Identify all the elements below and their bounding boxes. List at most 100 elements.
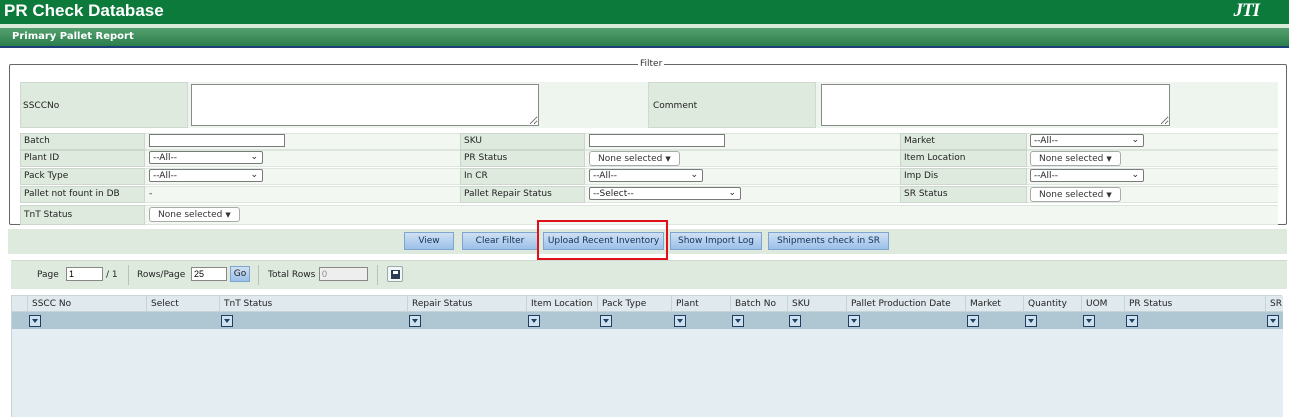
pager-bar: Page / 1 Rows/Page Go Total Rows	[11, 260, 1287, 289]
view-button[interactable]: View	[404, 232, 454, 250]
column-filter-icon[interactable]	[29, 315, 41, 327]
column-filter-icon[interactable]	[528, 315, 540, 327]
page-label: Page	[37, 270, 59, 280]
col-uom[interactable]: UOM	[1081, 296, 1125, 312]
column-filter-icon[interactable]	[1126, 315, 1138, 327]
caret-down-icon: ▼	[225, 211, 231, 219]
dropdown-chevron-icon: ⌄	[250, 152, 258, 162]
pallet-repair-status-label: Pallet Repair Status	[460, 186, 585, 203]
market-select-value: --All--	[1034, 136, 1058, 146]
col-pr-status[interactable]: PR Status	[1124, 296, 1267, 312]
total-rows-label: Total Rows	[268, 270, 316, 280]
column-filter-icon[interactable]	[848, 315, 860, 327]
column-filter-icon[interactable]	[600, 315, 612, 327]
pager-divider	[377, 265, 378, 285]
column-filter-icon[interactable]	[1025, 315, 1037, 327]
sscc-input[interactable]	[191, 84, 539, 126]
pallet-not-found-value: -	[145, 186, 460, 203]
column-filter-icon[interactable]	[409, 315, 421, 327]
in-cr-select-value: --All--	[593, 171, 617, 181]
sscc-label: SSCCNo	[20, 82, 188, 128]
page-title-underline	[0, 46, 1289, 48]
app-header: PR Check Database JTI	[0, 0, 1289, 24]
caret-down-icon: ▼	[1106, 191, 1112, 199]
column-filter-icon[interactable]	[1083, 315, 1095, 327]
filter-row-plant: Plant ID --All-- ⌄ PR Status None select…	[20, 150, 1278, 167]
batch-input[interactable]	[149, 134, 285, 147]
comment-label: Comment	[648, 82, 816, 128]
sr-status-label: SR Status	[900, 186, 1027, 203]
highlight-annotation	[537, 220, 668, 260]
filter-row-pack: Pack Type --All-- ⌄ In CR --All-- ⌄ Imp …	[20, 168, 1278, 185]
filter-row-batch: Batch SKU Market --All-- ⌄	[20, 133, 1278, 150]
page-title: Primary Pallet Report	[0, 28, 1289, 46]
column-filter-icon[interactable]	[674, 315, 686, 327]
column-filter-icon[interactable]	[221, 315, 233, 327]
pack-type-select[interactable]: --All-- ⌄	[149, 169, 263, 182]
page-input[interactable]	[66, 267, 103, 281]
rows-per-page-input[interactable]	[191, 267, 227, 281]
dropdown-chevron-icon: ⌄	[728, 188, 736, 198]
dropdown-chevron-icon: ⌄	[690, 170, 698, 180]
batch-label: Batch	[20, 133, 145, 150]
col-batch-no[interactable]: Batch No	[730, 296, 788, 312]
shipments-check-in-sr-button[interactable]: Shipments check in SR	[768, 232, 889, 250]
col-plant[interactable]: Plant	[671, 296, 731, 312]
go-button[interactable]: Go	[230, 266, 250, 282]
grid-body	[12, 329, 1283, 417]
plant-id-select[interactable]: --All-- ⌄	[149, 151, 263, 164]
col-select[interactable]: Select	[146, 296, 220, 312]
caret-down-icon: ▼	[1106, 155, 1112, 163]
sku-input[interactable]	[589, 134, 725, 147]
imp-dis-select[interactable]: --All-- ⌄	[1030, 169, 1144, 182]
imp-dis-select-value: --All--	[1034, 171, 1058, 181]
plant-id-label: Plant ID	[20, 150, 145, 167]
col-market[interactable]: Market	[965, 296, 1025, 312]
filter-row-pallet: Pallet not fount in DB - Pallet Repair S…	[20, 186, 1278, 203]
item-location-multiselect[interactable]: None selected ▼	[1030, 151, 1121, 166]
pallet-not-found-label: Pallet not fount in DB	[20, 186, 145, 203]
col-sr[interactable]: SR	[1265, 296, 1283, 312]
page-total: / 1	[106, 270, 118, 280]
dropdown-chevron-icon: ⌄	[250, 170, 258, 180]
col-sscc-no[interactable]: SSCC No	[27, 296, 147, 312]
column-filter-icon[interactable]	[789, 315, 801, 327]
market-label: Market	[900, 133, 1027, 150]
save-icon[interactable]	[387, 266, 403, 282]
col-sku[interactable]: SKU	[787, 296, 847, 312]
sku-label: SKU	[460, 133, 585, 150]
column-filter-icon[interactable]	[967, 315, 979, 327]
filter-panel: Filter SSCCNo Comment Batch SKU Market -…	[9, 59, 1287, 225]
tnt-status-value: None selected	[158, 210, 223, 220]
col-item-location[interactable]: Item Location	[526, 296, 599, 312]
col-quantity[interactable]: Quantity	[1023, 296, 1083, 312]
column-filter-icon[interactable]	[732, 315, 744, 327]
pager-divider	[258, 265, 259, 285]
show-import-log-button[interactable]: Show Import Log	[670, 232, 762, 250]
comment-input[interactable]	[821, 84, 1170, 126]
total-rows-input	[319, 267, 368, 281]
jti-logo: JTI	[1233, 0, 1260, 21]
item-location-label: Item Location	[900, 150, 1027, 167]
pager-divider	[128, 265, 129, 285]
col-tnt-status[interactable]: TnT Status	[219, 296, 409, 312]
pallet-repair-status-select[interactable]: --Select-- ⌄	[589, 187, 741, 200]
pr-status-multiselect[interactable]: None selected ▼	[589, 151, 680, 166]
in-cr-label: In CR	[460, 168, 585, 185]
rows-per-page-label: Rows/Page	[137, 270, 186, 280]
market-select[interactable]: --All-- ⌄	[1030, 134, 1144, 147]
clear-filter-button[interactable]: Clear Filter	[462, 232, 538, 250]
col-repair-status[interactable]: Repair Status	[407, 296, 527, 312]
tnt-status-multiselect[interactable]: None selected ▼	[149, 207, 240, 222]
column-filter-icon[interactable]	[1267, 315, 1279, 327]
in-cr-select[interactable]: --All-- ⌄	[589, 169, 703, 182]
app-title: PR Check Database	[4, 1, 164, 20]
sr-status-multiselect[interactable]: None selected ▼	[1030, 187, 1121, 202]
pack-type-label: Pack Type	[20, 168, 145, 185]
col-pallet-production-date[interactable]: Pallet Production Date	[846, 296, 967, 312]
filter-legend: Filter	[640, 59, 663, 69]
data-grid: SSCC No Select TnT Status Repair Status …	[11, 295, 1283, 417]
pack-type-select-value: --All--	[153, 171, 177, 181]
col-pack-type[interactable]: Pack Type	[597, 296, 672, 312]
pr-status-value: None selected	[598, 154, 663, 164]
